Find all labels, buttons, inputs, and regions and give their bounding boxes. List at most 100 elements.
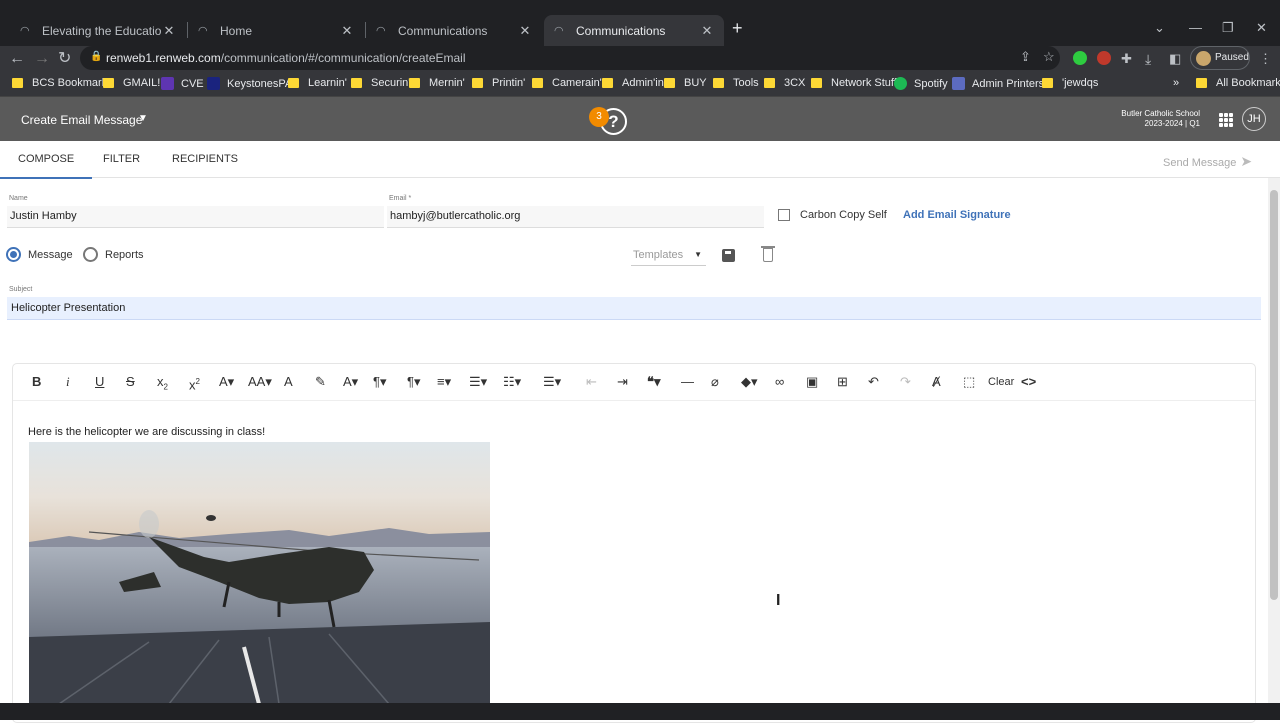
browser-tab-active[interactable]: ◠ Communications ✕ <box>544 15 724 46</box>
bold-icon[interactable]: B <box>32 373 41 391</box>
name-field[interactable]: Justin Hamby <box>7 206 384 228</box>
align-icon[interactable]: ≡▾ <box>437 373 451 391</box>
bookmark-folder[interactable]: BCS Bookmarks <box>12 77 113 89</box>
bookmark-folder[interactable]: GMAIL! <box>103 77 160 89</box>
reports-radio-label[interactable]: Reports <box>105 249 144 261</box>
text-color-icon[interactable]: A <box>284 373 293 391</box>
browser-tab[interactable]: ◠ Communications ✕ <box>366 15 542 46</box>
subscript-icon[interactable]: x2 <box>157 373 168 397</box>
bookmark-folder[interactable]: Tools <box>713 77 759 89</box>
title-dropdown-icon[interactable]: ▼ <box>138 113 148 124</box>
reports-radio[interactable] <box>83 247 98 262</box>
reload-icon[interactable]: ↻ <box>58 49 71 69</box>
user-avatar[interactable]: JH <box>1242 107 1266 131</box>
close-tab-icon[interactable]: ✕ <box>700 23 714 39</box>
text-style-icon[interactable]: A▾ <box>343 373 358 391</box>
restore-icon[interactable]: ❐ <box>1222 20 1234 36</box>
bookmark-folder[interactable]: BUY <box>664 77 707 89</box>
message-radio-label[interactable]: Message <box>28 249 73 261</box>
clear-button[interactable]: Clear <box>988 373 1014 391</box>
profile-button[interactable]: Paused <box>1190 46 1250 70</box>
apps-grid-icon[interactable] <box>1219 113 1233 127</box>
send-message-button[interactable]: Send Message ➤ <box>1163 153 1252 170</box>
close-window-icon[interactable]: ✕ <box>1256 20 1267 36</box>
carbon-copy-self-label[interactable]: Carbon Copy Self <box>800 209 887 221</box>
extensions-puzzle-icon[interactable]: ✚ <box>1121 49 1132 69</box>
bookmark-folder[interactable]: 3CX <box>764 77 805 89</box>
bookmarks-overflow-icon[interactable]: » <box>1173 77 1179 89</box>
new-tab-icon[interactable]: + <box>732 18 743 39</box>
close-tab-icon[interactable]: ✕ <box>340 23 354 39</box>
bookmark-folder[interactable]: 'jewdqs <box>1042 77 1098 89</box>
undo-icon[interactable]: ↶ <box>868 373 879 391</box>
bookmark-link[interactable]: KeystonesPA <box>207 77 292 90</box>
bookmark-folder[interactable]: Securin' <box>351 77 410 89</box>
table-icon[interactable]: ⊞ <box>837 373 848 391</box>
link-icon[interactable]: ∞ <box>775 373 784 391</box>
scrollbar-thumb[interactable] <box>1270 190 1278 600</box>
tab-compose[interactable]: COMPOSE <box>0 153 93 179</box>
bookmark-folder[interactable]: Printin' <box>472 77 525 89</box>
highlight-icon[interactable]: ✎ <box>315 373 326 391</box>
forward-icon[interactable]: → <box>34 49 50 69</box>
redo-icon[interactable]: ↷ <box>900 373 911 391</box>
bookmark-folder[interactable]: Learnin' <box>288 77 347 89</box>
horizontal-line-icon[interactable]: — <box>681 373 694 391</box>
helicopter-image[interactable] <box>29 442 490 704</box>
indent-icon[interactable]: ⇥ <box>617 373 628 391</box>
browser-tab[interactable]: ◠ Home ✕ <box>188 15 364 46</box>
address-bar[interactable]: 🔒 renweb1.renweb.com/communication/#/com… <box>80 46 1060 70</box>
delete-template-icon[interactable] <box>761 246 775 262</box>
save-template-icon[interactable] <box>722 249 735 262</box>
paragraph-style-icon[interactable]: ¶▾ <box>373 373 387 391</box>
outdent-icon[interactable]: ⇤ <box>586 373 597 391</box>
page-title[interactable]: Create Email Message <box>21 113 142 127</box>
superscript-icon[interactable]: x2 <box>189 373 200 394</box>
notification-badge[interactable]: 3 <box>589 107 609 127</box>
bookmark-folder[interactable]: Admin'in <box>602 77 664 89</box>
bookmark-link[interactable]: Spotify <box>894 77 948 90</box>
tab-recipients[interactable]: RECIPIENTS <box>172 153 238 165</box>
star-icon[interactable]: ☆ <box>1043 47 1055 67</box>
strikethrough-icon[interactable]: S <box>126 373 135 391</box>
menu-kebab-icon[interactable]: ⋮ <box>1259 49 1272 69</box>
browser-tab[interactable]: ◠ Elevating the Education Experien ✕ <box>10 15 186 46</box>
message-editor[interactable]: B i U S x2 x2 A▾ AA▾ A ✎ A▾ ¶▾ ¶▾ ≡▾ ☰▾ … <box>12 363 1256 723</box>
clear-formatting-icon[interactable]: Ⱥ <box>932 373 941 391</box>
message-radio[interactable] <box>6 247 21 262</box>
carbon-copy-self-checkbox[interactable] <box>778 209 790 221</box>
back-icon[interactable]: ← <box>9 49 25 69</box>
bookmark-folder[interactable]: Camerain' <box>532 77 602 89</box>
subject-field[interactable]: Helicopter Presentation <box>7 297 1261 320</box>
page-scrollbar[interactable] <box>1268 178 1280 708</box>
extension-red-icon[interactable] <box>1097 51 1111 65</box>
bookmark-folder[interactable]: Network Stuff <box>811 77 897 89</box>
paint-fill-icon[interactable]: ◆▾ <box>741 373 758 391</box>
line-height-icon[interactable]: ☰▾ <box>469 373 487 391</box>
email-field[interactable]: hambyj@butlercatholic.org <box>387 206 764 228</box>
font-family-icon[interactable]: A▾ <box>219 373 234 391</box>
bookmark-link[interactable]: CVE <box>161 77 204 90</box>
bookmark-link[interactable]: Admin Printers <box>952 77 1044 90</box>
minimize-icon[interactable]: — <box>1189 20 1202 35</box>
unordered-list-icon[interactable]: ☰▾ <box>543 373 561 391</box>
close-tab-icon[interactable]: ✕ <box>518 23 532 39</box>
code-view-icon[interactable]: <> <box>1021 373 1036 391</box>
underline-icon[interactable]: U <box>95 373 104 391</box>
italic-icon[interactable]: i <box>66 373 70 391</box>
select-all-icon[interactable]: ⬚ <box>963 373 975 391</box>
quote-icon[interactable]: ❝▾ <box>647 373 661 391</box>
tab-filter[interactable]: FILTER <box>103 153 140 165</box>
templates-select[interactable]: Templates ▼ <box>631 246 706 266</box>
all-bookmarks[interactable]: All Bookmarks <box>1196 77 1280 89</box>
side-panel-icon[interactable]: ◧ <box>1169 49 1181 69</box>
attachment-icon[interactable]: ⌀ <box>711 373 719 391</box>
close-tab-icon[interactable]: ✕ <box>162 23 176 39</box>
message-body-text[interactable]: Here is the helicopter we are discussing… <box>28 426 265 438</box>
add-email-signature-link[interactable]: Add Email Signature <box>903 209 1011 221</box>
ordered-list-icon[interactable]: ☷▾ <box>503 373 521 391</box>
download-icon[interactable]: ⤓ <box>1145 49 1151 69</box>
share-icon[interactable]: ⇪ <box>1020 47 1031 67</box>
bookmark-folder[interactable]: Mernin' <box>409 77 465 89</box>
paragraph-format-icon[interactable]: ¶▾ <box>407 373 421 391</box>
